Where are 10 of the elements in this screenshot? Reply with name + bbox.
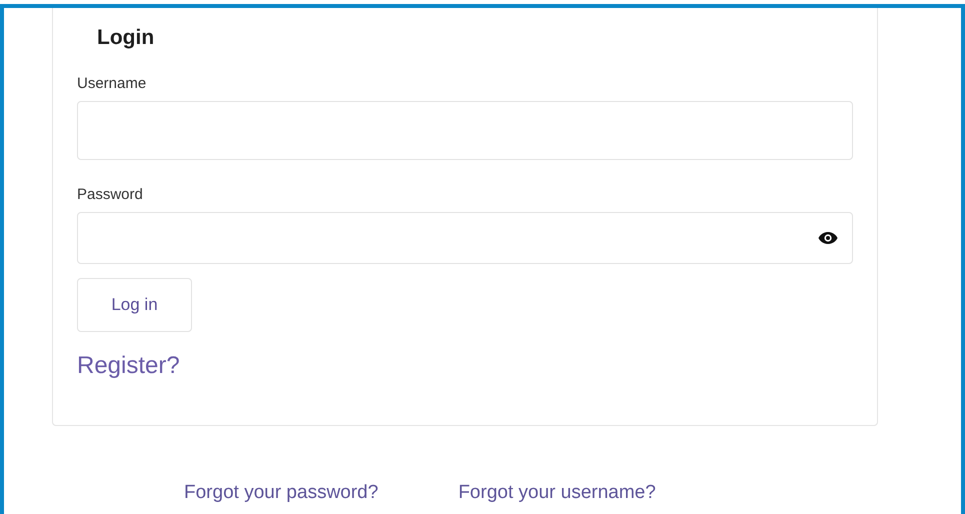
username-field[interactable] — [77, 101, 853, 160]
login-button[interactable]: Log in — [77, 278, 192, 332]
field-label: Username — [77, 75, 146, 93]
eye-icon[interactable] — [818, 231, 838, 245]
field-label: Password — [77, 186, 143, 204]
password-field[interactable] — [77, 212, 853, 264]
login-title: Login — [97, 25, 156, 51]
footer-link[interactable]: Forgot your username? — [458, 482, 656, 504]
footer-link[interactable]: Forgot your password? — [184, 482, 378, 504]
register-link[interactable]: Register? — [77, 352, 180, 380]
